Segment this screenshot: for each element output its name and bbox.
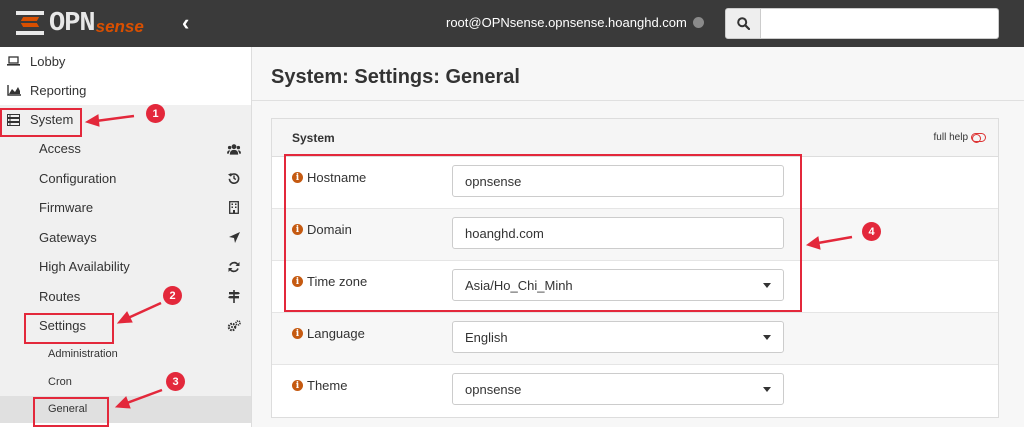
annotation-arrows	[84, 114, 853, 409]
annotation-badge-1: 1	[146, 104, 165, 123]
annotation-badge-4: 4	[862, 222, 881, 241]
annotation-badge-3: 3	[166, 372, 185, 391]
annotation-badge-2: 2	[163, 286, 182, 305]
